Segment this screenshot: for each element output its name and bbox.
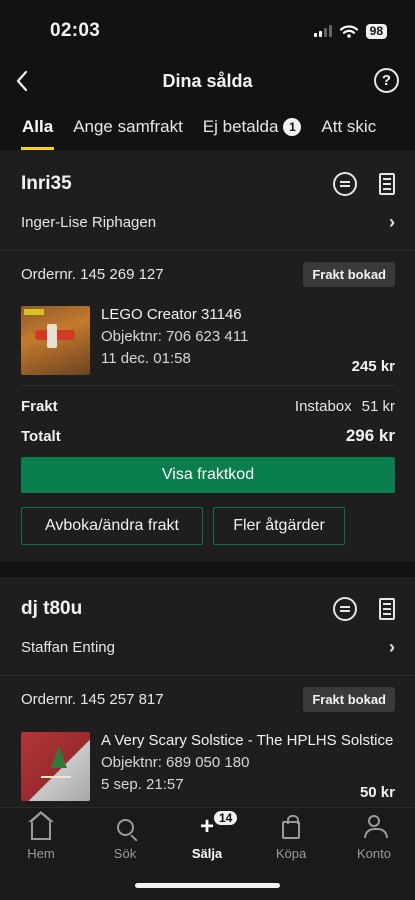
- order-item[interactable]: A Very Scary Solstice - The HPLHS Solsti…: [21, 732, 395, 801]
- item-title: LEGO Creator 31146: [101, 306, 242, 323]
- item-info: LEGO Creator 31146 Objektnr: 706 623 411…: [101, 306, 395, 375]
- total-label: Totalt: [21, 427, 61, 445]
- cancel-change-shipping-button[interactable]: Avboka/ändra frakt: [21, 507, 203, 545]
- seller-actions: [333, 597, 395, 621]
- item-thumbnail: [21, 732, 90, 801]
- tab-label: Ange samfrakt: [73, 117, 183, 136]
- back-button[interactable]: [10, 68, 34, 94]
- chevron-right-icon: ›: [389, 211, 395, 232]
- tab-att-skicka[interactable]: Att skic: [311, 104, 386, 150]
- nav-buy[interactable]: Köpa: [256, 814, 326, 861]
- item-object-number: Objektnr: 689 050 180: [101, 754, 250, 771]
- seller-actions: [333, 172, 395, 196]
- chevron-right-icon: ›: [389, 636, 395, 657]
- chat-icon[interactable]: [333, 597, 357, 621]
- item-thumbnail: [21, 306, 90, 375]
- help-button[interactable]: ?: [374, 68, 399, 93]
- nav-account[interactable]: Konto: [339, 814, 409, 861]
- tab-label: Alla: [22, 117, 54, 136]
- question-icon: ?: [381, 72, 392, 89]
- divider: [0, 250, 415, 251]
- nav-label: Köpa: [275, 846, 307, 861]
- nav-label: Hem: [27, 846, 55, 861]
- nav-search[interactable]: Sök: [90, 814, 160, 861]
- receipt-icon[interactable]: [379, 598, 395, 620]
- page-header: Dina sålda ?: [0, 58, 415, 104]
- more-actions-button[interactable]: Fler åtgärder: [213, 507, 345, 545]
- chat-icon[interactable]: [333, 172, 357, 196]
- bag-icon: [282, 815, 300, 839]
- tab-ange-samfrakt[interactable]: Ange samfrakt: [63, 104, 193, 150]
- user-icon: [364, 815, 388, 838]
- buyer-name: Staffan Enting: [21, 638, 115, 656]
- seller-row: dj t80u: [21, 589, 395, 629]
- buyer-row[interactable]: Staffan Enting ›: [21, 635, 395, 659]
- buyer-name: Inger-Lise Riphagen: [21, 213, 157, 231]
- tab-ej-betalda[interactable]: Ej betalda 1: [193, 104, 312, 150]
- nav-label: Sälja: [191, 846, 223, 861]
- order-number: Ordernr. 145 269 127: [21, 265, 164, 283]
- show-shipping-code-button[interactable]: Visa fraktkod: [21, 457, 395, 493]
- shipping-row: Frakt Instabox 51 kr: [21, 394, 395, 418]
- item-price: 50 kr: [359, 784, 395, 801]
- shipping-method: Instabox: [294, 397, 352, 415]
- status-time: 02:03: [50, 20, 101, 41]
- order-item[interactable]: LEGO Creator 31146 Objektnr: 706 623 411…: [21, 306, 395, 375]
- order-card: dj t80u Staffan Enting › Ordernr. 145 25…: [0, 577, 415, 807]
- tab-alla[interactable]: Alla: [12, 104, 63, 150]
- status-bar: 02:03 98: [0, 0, 415, 58]
- total-row: Totalt 296 kr: [21, 424, 395, 448]
- item-title: A Very Scary Solstice - The HPLHS Solsti…: [101, 732, 394, 749]
- wifi-icon: [339, 24, 358, 38]
- signal-icon: [313, 25, 332, 37]
- nav-sell[interactable]: +14 Sälja: [172, 811, 242, 861]
- chevron-left-icon: [16, 70, 28, 92]
- home-icon: [28, 811, 54, 840]
- divider: [21, 385, 395, 386]
- shipping-price: 51 kr: [361, 397, 395, 415]
- page-title: Dina sålda: [162, 70, 253, 91]
- status-badge: Frakt bokad: [303, 686, 395, 712]
- total-value: 296 kr: [345, 426, 395, 445]
- battery-indicator: 98: [365, 23, 387, 39]
- item-date: 5 sep. 21:57: [101, 776, 184, 793]
- item-object-number: Objektnr: 706 623 411: [101, 328, 249, 345]
- buyer-row[interactable]: Inger-Lise Riphagen ›: [21, 210, 395, 234]
- nav-home[interactable]: Hem: [6, 811, 76, 861]
- order-number: Ordernr. 145 257 817: [21, 690, 164, 708]
- order-card: Inri35 Inger-Lise Riphagen › Ordernr. 14…: [0, 150, 415, 562]
- seller-row: Inri35: [21, 164, 395, 204]
- tab-label: Att skic: [321, 117, 377, 136]
- status-badge: Frakt bokad: [303, 261, 395, 287]
- tab-count-badge: 1: [283, 118, 302, 136]
- search-icon: [116, 818, 134, 836]
- order-row: Ordernr. 145 257 817 Frakt bokad: [21, 685, 395, 713]
- seller-name: dj t80u: [21, 598, 83, 619]
- status-indicators: 98: [313, 23, 387, 39]
- item-price: 245 kr: [351, 358, 395, 375]
- divider: [0, 675, 415, 676]
- order-row: Ordernr. 145 269 127 Frakt bokad: [21, 260, 395, 288]
- home-indicator: [135, 883, 280, 888]
- receipt-icon[interactable]: [379, 173, 395, 195]
- sell-count-badge: 14: [213, 811, 238, 825]
- seller-name: Inri35: [21, 173, 72, 194]
- shipping-label: Frakt: [21, 397, 58, 415]
- plus-icon: +14: [200, 811, 238, 839]
- item-info: A Very Scary Solstice - The HPLHS Solsti…: [101, 732, 395, 801]
- tab-label: Ej betalda: [202, 117, 279, 136]
- nav-label: Sök: [113, 846, 137, 861]
- nav-label: Konto: [357, 846, 391, 861]
- tab-bar: Alla Ange samfrakt Ej betalda 1 Att skic: [0, 104, 415, 150]
